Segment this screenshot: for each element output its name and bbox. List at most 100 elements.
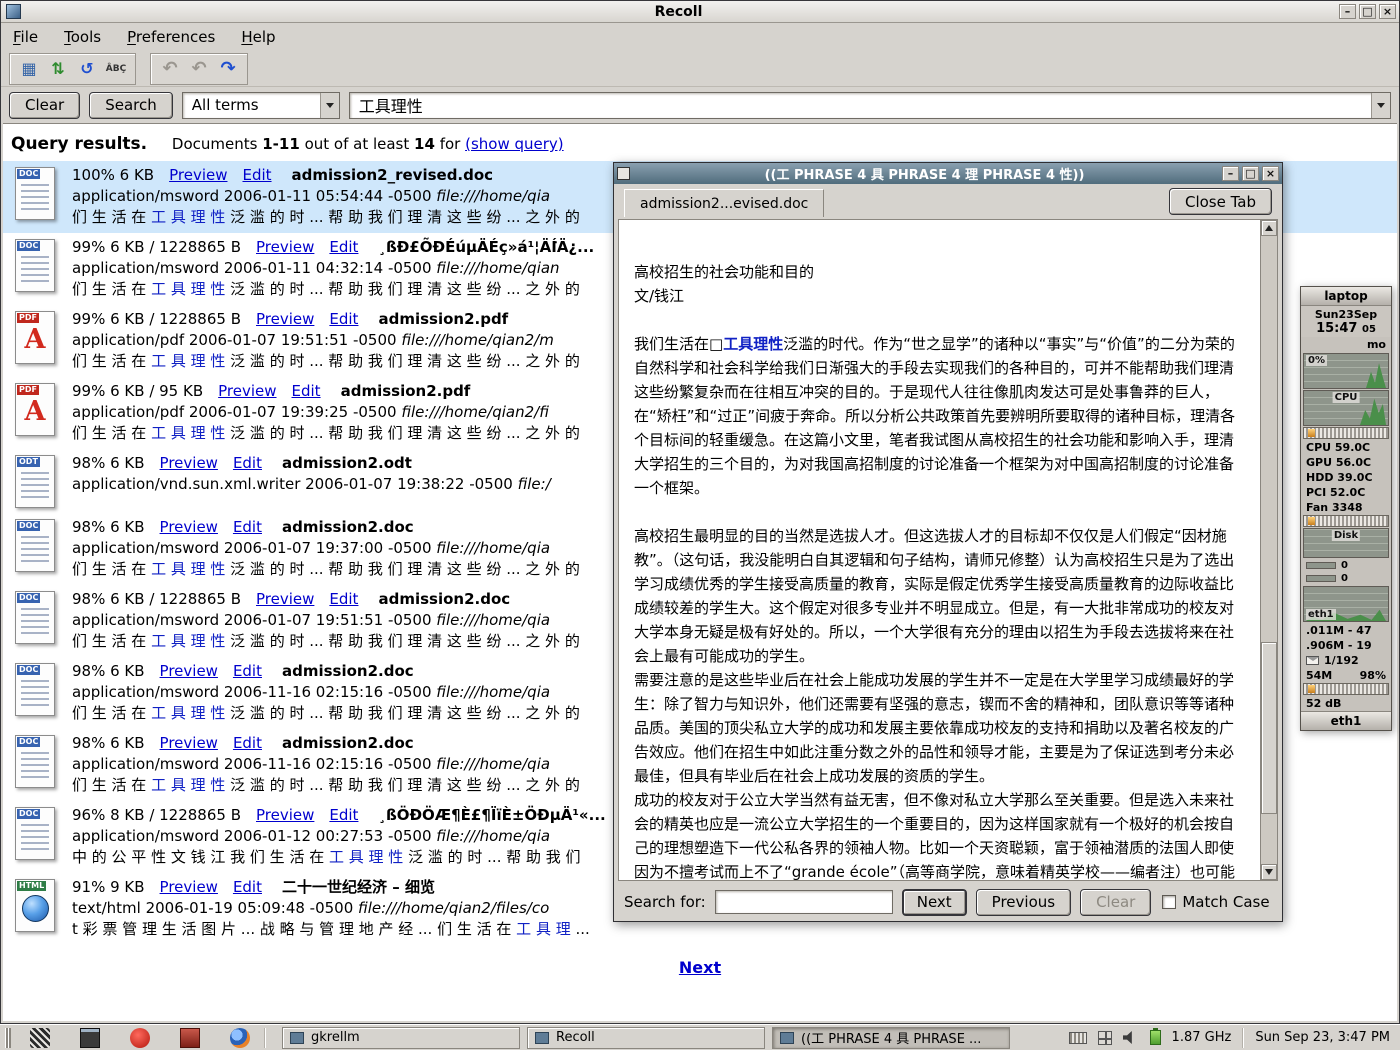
query-details-icon[interactable]: ▦ bbox=[17, 57, 41, 81]
taskbar-task[interactable]: Recoll bbox=[527, 1027, 765, 1049]
result-url: file:///home/qia bbox=[436, 187, 550, 205]
edit-link[interactable]: Edit bbox=[233, 878, 262, 896]
gkrellm-hostname[interactable]: laptop bbox=[1301, 287, 1391, 306]
volume-icon[interactable] bbox=[1123, 1031, 1139, 1045]
preview-previous-button[interactable]: Previous bbox=[976, 889, 1071, 916]
preview-link[interactable]: Preview bbox=[256, 238, 314, 256]
gkrellm-time: 15:47 bbox=[1316, 321, 1357, 336]
edit-link[interactable]: Edit bbox=[329, 238, 358, 256]
gkrellm-temps: CPU 59.0CGPU 56.0CHDD 39.0CPCI 52.0C bbox=[1301, 440, 1391, 500]
minimize-button[interactable]: – bbox=[1339, 4, 1356, 19]
terminal-icon[interactable] bbox=[80, 1028, 100, 1048]
preview-link[interactable]: Preview bbox=[256, 590, 314, 608]
edit-link[interactable]: Edit bbox=[329, 310, 358, 328]
pdf-file-icon: PDFA bbox=[15, 311, 55, 364]
edit-link[interactable]: Edit bbox=[233, 734, 262, 752]
taskbar: gkrellm Recoll ((工 PHRASE 4 具 PHRASE ... 1… bbox=[0, 1024, 1400, 1050]
menu-preferences[interactable]: Preferences bbox=[127, 28, 215, 46]
show-query-link[interactable]: (show query) bbox=[465, 135, 564, 153]
package-icon[interactable] bbox=[180, 1028, 200, 1048]
taskbar-clock[interactable]: Sun Sep 23, 3:47 PM bbox=[1255, 1030, 1390, 1045]
gkrellm-disk-chart[interactable]: Disk bbox=[1303, 528, 1389, 558]
gkrellm-mail[interactable]: 1/192 bbox=[1301, 653, 1391, 668]
close-button[interactable]: × bbox=[1379, 4, 1396, 19]
preview-window-icon[interactable] bbox=[617, 167, 630, 180]
result-score-size: 98% 6 KB bbox=[72, 662, 145, 680]
search-input[interactable] bbox=[350, 96, 1371, 115]
preview-link[interactable]: Preview bbox=[256, 310, 314, 328]
spellcheck-icon[interactable]: ÂBÇ bbox=[104, 57, 128, 81]
window-icon bbox=[780, 1032, 794, 1044]
scrollbar-thumb[interactable] bbox=[1261, 642, 1277, 814]
doc-file-icon: DOC bbox=[15, 807, 55, 860]
preview-link[interactable]: Preview bbox=[160, 734, 218, 752]
preview-next-button[interactable]: Next bbox=[902, 889, 967, 916]
desktop-menu-icon[interactable] bbox=[30, 1028, 50, 1048]
menu-tools[interactable]: Tools bbox=[64, 28, 101, 46]
history-chevron-down-icon[interactable] bbox=[1371, 93, 1390, 118]
result-url: file:/ bbox=[518, 475, 551, 493]
panel-handle[interactable] bbox=[5, 1028, 11, 1048]
preview-link[interactable]: Preview bbox=[218, 382, 276, 400]
preview-titlebar[interactable]: ((工 PHRASE 4 具 PHRASE 4 理 PHRASE 4 性)) –… bbox=[614, 163, 1282, 184]
preview-link[interactable]: Preview bbox=[160, 518, 218, 536]
task-label: Recoll bbox=[556, 1030, 595, 1045]
scroll-up-icon[interactable] bbox=[1261, 220, 1277, 236]
search-type-select[interactable]: All terms bbox=[182, 92, 340, 119]
cpu-frequency: 1.87 GHz bbox=[1172, 1030, 1232, 1045]
next-page-icon[interactable]: ↷ bbox=[216, 57, 240, 81]
search-input-combo bbox=[349, 92, 1391, 119]
gkrellm-load-chart[interactable]: 0% bbox=[1303, 353, 1389, 389]
preview-close-button[interactable]: × bbox=[1262, 166, 1279, 181]
edit-link[interactable]: Edit bbox=[242, 166, 271, 184]
sort-arrows-icon[interactable]: ⇅ bbox=[46, 57, 70, 81]
preview-link[interactable]: Preview bbox=[160, 662, 218, 680]
preview-link[interactable]: Preview bbox=[169, 166, 227, 184]
preview-minimize-button[interactable]: – bbox=[1222, 166, 1239, 181]
close-tab-button[interactable]: Close Tab bbox=[1169, 188, 1272, 215]
preview-link[interactable]: Preview bbox=[160, 878, 218, 896]
first-page-icon[interactable]: ↶ bbox=[158, 57, 182, 81]
edit-link[interactable]: Edit bbox=[233, 518, 262, 536]
gkrellm-clock[interactable]: Sun23Sep 15:47 05 bbox=[1301, 306, 1391, 337]
edit-link[interactable]: Edit bbox=[329, 590, 358, 608]
search-button[interactable]: Search bbox=[89, 92, 173, 119]
battery-icon[interactable] bbox=[1150, 1030, 1161, 1045]
result-score-size: 99% 6 KB / 95 KB bbox=[72, 382, 203, 400]
edit-link[interactable]: Edit bbox=[233, 454, 262, 472]
edit-link[interactable]: Edit bbox=[292, 382, 321, 400]
keyboard-layout-icon[interactable] bbox=[1069, 1032, 1087, 1044]
taskbar-task[interactable]: gkrellm bbox=[282, 1027, 520, 1049]
window-menu-icon[interactable] bbox=[6, 4, 21, 19]
preview-text[interactable]: 高校招生的社会功能和目的文/钱江我们生活在□工具理性泛滥的时代。作为“世之显学”… bbox=[619, 220, 1260, 880]
firefox-icon[interactable] bbox=[230, 1028, 250, 1048]
gkrellm-date: Sun23Sep bbox=[1301, 308, 1391, 321]
maximize-button[interactable]: □ bbox=[1359, 4, 1376, 19]
gkrellm-cpu-chart[interactable]: CPU bbox=[1303, 390, 1389, 426]
preview-maximize-button[interactable]: □ bbox=[1242, 166, 1259, 181]
preview-clear-button[interactable]: Clear bbox=[1080, 889, 1151, 916]
preview-link[interactable]: Preview bbox=[256, 806, 314, 824]
menubar: File Tools Preferences Help bbox=[1, 23, 1399, 51]
edit-link[interactable]: Edit bbox=[329, 806, 358, 824]
match-case-checkbox[interactable] bbox=[1162, 895, 1176, 909]
media-player-icon[interactable] bbox=[130, 1028, 150, 1048]
preview-paragraph: 高校招生最明显的目的当然是选拔人才。但这选拔人才的目标却不仅仅是人们假定“因材施… bbox=[634, 524, 1246, 668]
clear-button[interactable]: Clear bbox=[9, 92, 80, 119]
menu-help[interactable]: Help bbox=[241, 28, 275, 46]
preview-link[interactable]: Preview bbox=[160, 454, 218, 472]
gkrellm-net-chart[interactable]: eth1 bbox=[1303, 586, 1389, 622]
result-score-size: 98% 6 KB bbox=[72, 734, 145, 752]
result-mime-date: application/pdf 2006-01-07 19:39:25 -050… bbox=[72, 403, 401, 421]
workspace-grid-icon[interactable] bbox=[1098, 1031, 1112, 1045]
prev-page-icon[interactable]: ↶ bbox=[187, 57, 211, 81]
preview-scrollbar[interactable] bbox=[1260, 220, 1277, 880]
taskbar-task[interactable]: ((工 PHRASE 4 具 PHRASE ... bbox=[772, 1027, 1010, 1049]
scroll-down-icon[interactable] bbox=[1261, 864, 1277, 880]
preview-tab[interactable]: admission2...evised.doc bbox=[624, 189, 824, 217]
next-page-link[interactable]: Next bbox=[679, 958, 721, 977]
refresh-icon[interactable]: ↺ bbox=[75, 57, 99, 81]
preview-search-input[interactable] bbox=[715, 890, 893, 914]
edit-link[interactable]: Edit bbox=[233, 662, 262, 680]
menu-file[interactable]: File bbox=[13, 28, 38, 46]
